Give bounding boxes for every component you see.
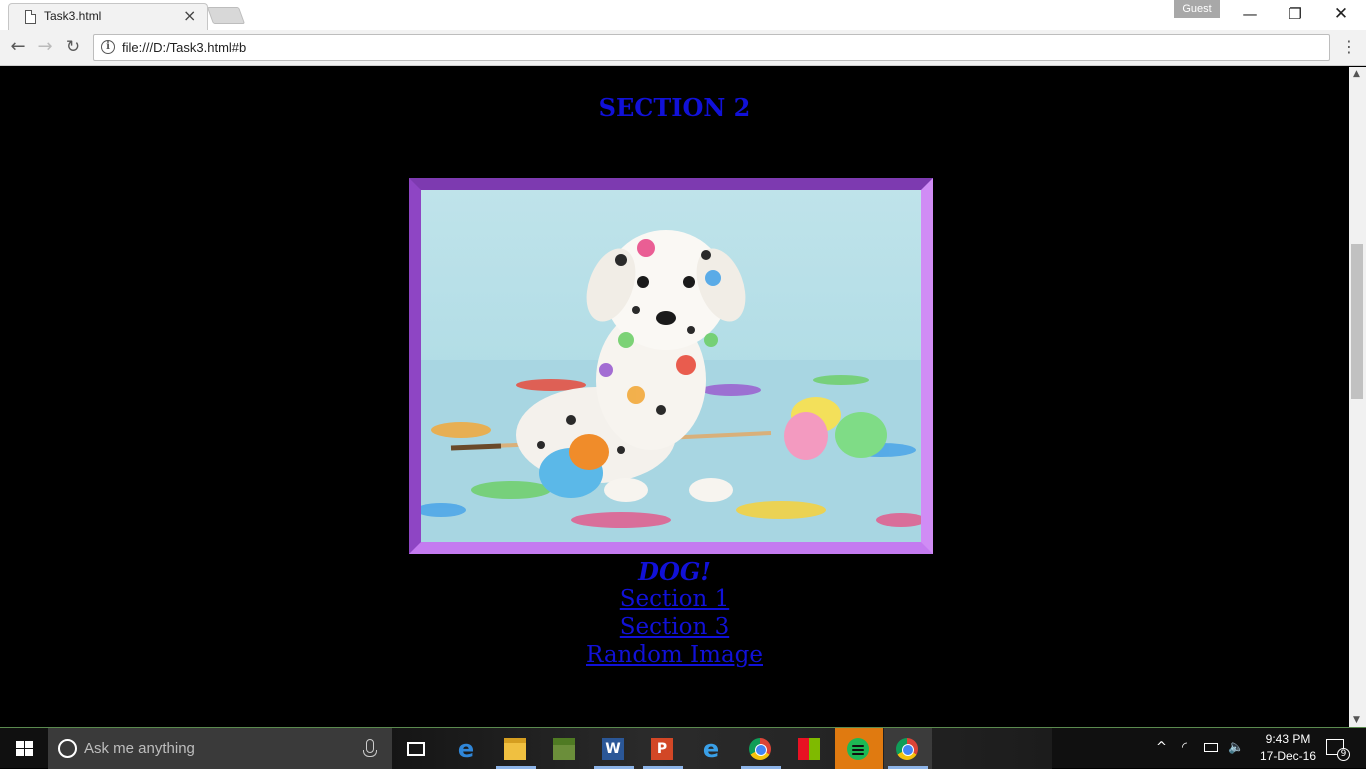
image-frame: [409, 178, 933, 554]
reload-icon[interactable]: ↻: [61, 35, 85, 59]
scrollbar-thumb[interactable]: [1351, 244, 1363, 399]
notification-count-badge: 9: [1337, 748, 1350, 761]
forward-arrow-icon[interactable]: →: [33, 35, 57, 59]
chrome-icon: [896, 738, 918, 760]
minimize-button[interactable]: —: [1227, 0, 1273, 28]
guest-profile-badge[interactable]: Guest: [1174, 0, 1220, 18]
powerpoint-icon: P: [651, 738, 673, 760]
address-bar[interactable]: i file:///D:/Task3.html#b: [93, 34, 1330, 61]
taskbar-app-file-explorer[interactable]: [492, 728, 540, 769]
system-tray: ^ ◜ 🔈 9:43 PM 17-Dec-16 9: [1150, 728, 1366, 769]
link-section-3[interactable]: Section 3: [620, 614, 729, 640]
browser-tab-active[interactable]: Task3.html ×: [8, 3, 208, 30]
taskbar-app-edge[interactable]: e: [443, 728, 491, 769]
microphone-icon[interactable]: [363, 739, 377, 757]
taskbar-app-word[interactable]: W: [590, 728, 638, 769]
scroll-up-arrow-icon[interactable]: ▲: [1353, 69, 1360, 79]
taskbar-app-spotify[interactable]: [835, 728, 883, 769]
cortana-icon: [58, 739, 77, 758]
task-view-icon: [407, 742, 425, 756]
volume-icon[interactable]: 🔈: [1228, 740, 1244, 755]
windows-logo-icon: [16, 741, 33, 756]
show-hidden-icons-chevron-icon[interactable]: ^: [1156, 740, 1167, 755]
page-viewport: SECTION 2 DOG! Section 1 Section 3 Rando…: [0, 67, 1349, 727]
windows-tiles-icon: [798, 738, 820, 760]
cortana-search-box[interactable]: Ask me anything: [48, 728, 392, 769]
tab-close-icon[interactable]: ×: [183, 6, 196, 25]
wifi-icon[interactable]: ◜: [1182, 740, 1187, 755]
spotify-icon: [847, 738, 869, 760]
link-random-image-row: Random Image: [0, 642, 1349, 668]
minecraft-icon: [553, 738, 575, 760]
browser-menu-icon[interactable]: ⋮: [1340, 35, 1358, 59]
link-random-image[interactable]: Random Image: [586, 642, 763, 668]
browser-toolbar: ← → ↻ i file:///D:/Task3.html#b ⋮: [0, 30, 1366, 66]
taskbar-app-internet-explorer[interactable]: e: [688, 728, 736, 769]
chrome-icon: [749, 738, 771, 760]
taskbar-app-powerpoint[interactable]: P: [639, 728, 687, 769]
windows-taskbar: Ask me anything e W P e ^ ◜ 🔈 9:43 PM 17…: [0, 727, 1366, 769]
taskbar-app-chrome-guest[interactable]: [884, 728, 932, 769]
browser-titlebar: Task3.html × Guest — ❐ ✕: [0, 0, 1366, 30]
vertical-scrollbar[interactable]: ▲ ▼: [1349, 67, 1366, 727]
start-button[interactable]: [0, 728, 48, 769]
link-section-1[interactable]: Section 1: [620, 586, 729, 612]
battery-icon[interactable]: [1204, 743, 1218, 752]
taskbar-app-minecraft[interactable]: [541, 728, 589, 769]
clock-date[interactable]: 17-Dec-16: [1250, 749, 1326, 763]
restore-button[interactable]: ❐: [1272, 0, 1318, 28]
taskbar-app-tiles[interactable]: [786, 728, 834, 769]
word-icon: W: [602, 738, 624, 760]
back-arrow-icon[interactable]: ←: [6, 35, 30, 59]
dalmatian-puppy-image: [421, 190, 921, 542]
edge-icon: e: [457, 735, 475, 763]
task-view-button[interactable]: [392, 728, 440, 769]
link-section-1-row: Section 1: [0, 586, 1349, 612]
info-icon[interactable]: i: [101, 40, 115, 54]
image-caption: DOG!: [638, 557, 711, 586]
address-bar-url[interactable]: file:///D:/Task3.html#b: [122, 40, 246, 55]
search-placeholder[interactable]: Ask me anything: [84, 740, 195, 757]
internet-explorer-icon: e: [702, 735, 720, 763]
folder-icon: [504, 738, 526, 760]
taskbar-app-chrome[interactable]: [737, 728, 785, 769]
clock-time[interactable]: 9:43 PM: [1260, 732, 1316, 746]
link-section-3-row: Section 3: [0, 614, 1349, 640]
tab-title: Task3.html: [44, 9, 102, 23]
scroll-down-arrow-icon[interactable]: ▼: [1353, 715, 1360, 725]
page-icon: [25, 10, 36, 24]
close-window-button[interactable]: ✕: [1318, 0, 1364, 28]
section-heading: SECTION 2: [598, 93, 751, 122]
new-tab-button[interactable]: [206, 7, 246, 24]
